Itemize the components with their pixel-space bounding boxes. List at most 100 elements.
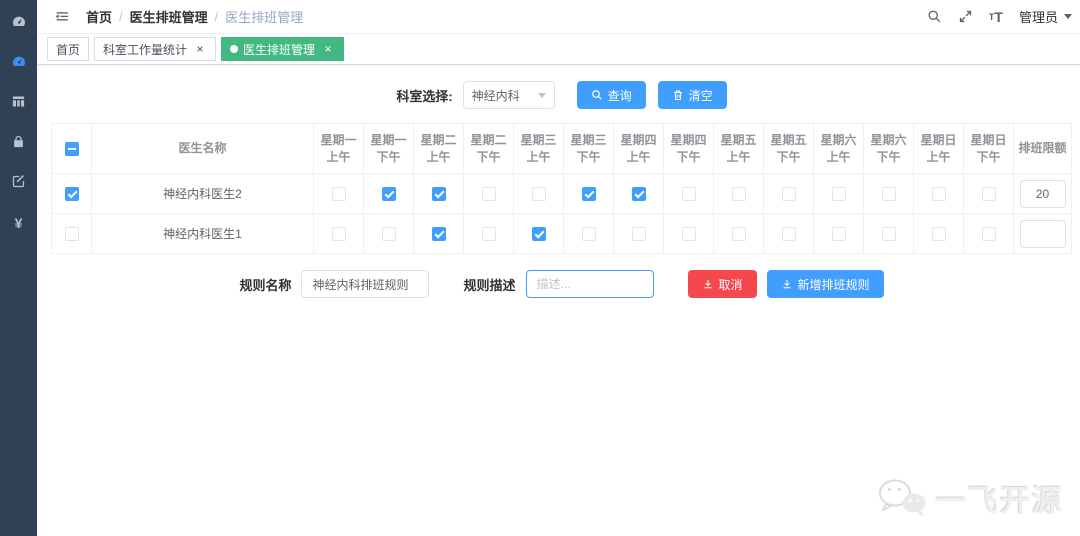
slot-cell — [963, 173, 1014, 214]
breadcrumb-item-2: 医生排班管理 — [225, 10, 304, 25]
breadcrumb-item-0[interactable]: 首页 — [86, 7, 112, 26]
slot-cell — [363, 173, 414, 214]
row-1-slot-6-checkbox[interactable] — [631, 226, 646, 241]
row-0-slot-3-checkbox[interactable] — [481, 186, 496, 201]
sidebar-item-3[interactable] — [0, 124, 37, 164]
tags-view: 首页 科室工作量统计 × 医生排班管理 × — [37, 34, 1080, 65]
row-0-slot-4-checkbox[interactable] — [531, 186, 546, 201]
select-all-cell — [51, 123, 92, 174]
wechat-logo-icon — [879, 479, 926, 516]
watermark: 一飞开源 — [876, 476, 1064, 520]
rule-name-input[interactable] — [301, 270, 430, 298]
row-1-slot-4-checkbox[interactable] — [531, 226, 546, 241]
tab-0[interactable]: 首页 — [47, 37, 90, 61]
slot-cell — [963, 213, 1014, 254]
row-0-slot-10-checkbox[interactable] — [831, 186, 846, 201]
close-icon[interactable]: × — [193, 42, 207, 56]
doctor-name-cell: 神经内科医生2 — [91, 173, 314, 214]
cancel-button[interactable]: 取消 — [687, 270, 757, 298]
row-1-slot-9-checkbox[interactable] — [781, 226, 796, 241]
font-size-icon[interactable]: TT — [981, 9, 1011, 25]
app-root: ¥ 首页 / 医生排班管理 / 医生排班管理 T T 管理员 首页 科室工作量统… — [0, 0, 1080, 536]
fullscreen-icon[interactable] — [950, 9, 981, 24]
row-1-slot-5-checkbox[interactable] — [581, 226, 596, 241]
select-all-checkbox[interactable] — [64, 141, 79, 156]
close-icon[interactable]: × — [321, 42, 335, 56]
row-1-slot-13-checkbox[interactable] — [981, 226, 996, 241]
row-1-slot-11-checkbox[interactable] — [881, 226, 896, 241]
sidebar-item-0[interactable] — [0, 4, 37, 44]
limit-cell — [1013, 213, 1072, 254]
table-icon — [11, 94, 26, 114]
row-0-slot-5-checkbox[interactable] — [581, 186, 596, 201]
row-0-slot-13-checkbox[interactable] — [981, 186, 996, 201]
sidebar-item-2[interactable] — [0, 84, 37, 124]
row-0-slot-1-checkbox[interactable] — [381, 186, 396, 201]
row-0-slot-11-checkbox[interactable] — [881, 186, 896, 201]
row-0-slot-12-checkbox[interactable] — [931, 186, 946, 201]
breadcrumb: 首页 / 医生排班管理 / 医生排班管理 — [86, 7, 303, 26]
rule-desc-input[interactable] — [525, 270, 654, 298]
row-select-cell — [51, 173, 92, 214]
row-1-slot-1-checkbox[interactable] — [381, 226, 396, 241]
row-1-slot-2-checkbox[interactable] — [431, 226, 446, 241]
day-column-header-8: 星期五 上午 — [713, 123, 764, 174]
slot-cell — [463, 213, 514, 254]
tab-2[interactable]: 医生排班管理 × — [221, 37, 345, 61]
row-0-slot-7-checkbox[interactable] — [681, 186, 696, 201]
slot-cell — [913, 213, 964, 254]
row-1-slot-7-checkbox[interactable] — [681, 226, 696, 241]
table-header-row: 医生名称 星期一 上午 星期一 下午 星期二 上午 星期二 下午 星期三 上午 星期三 下午 星期四 上午星… — [51, 123, 1072, 174]
slot-cell — [313, 213, 364, 254]
row-1-slot-12-checkbox[interactable] — [931, 226, 946, 241]
row-0-slot-2-checkbox[interactable] — [431, 186, 446, 201]
row-0-slot-9-checkbox[interactable] — [781, 186, 796, 201]
download-icon — [783, 280, 791, 289]
sidebar-item-1[interactable] — [0, 44, 37, 84]
tab-1[interactable]: 科室工作量统计 × — [94, 37, 217, 61]
slot-cell — [913, 173, 964, 214]
row-0-limit-input[interactable] — [1019, 179, 1066, 208]
department-select[interactable]: 神经内科 — [462, 81, 555, 109]
query-button-label: 查询 — [607, 88, 632, 103]
breadcrumb-item-1[interactable]: 医生排班管理 — [130, 7, 208, 26]
slot-cell — [713, 213, 764, 254]
row-0-slot-0-checkbox[interactable] — [331, 186, 346, 201]
search-icon[interactable] — [919, 9, 950, 24]
add-rule-button[interactable]: 新增排班规则 — [766, 270, 884, 298]
day-column-header-10: 星期六 上午 — [813, 123, 864, 174]
row-1-slot-0-checkbox[interactable] — [331, 226, 346, 241]
day-column-header-13: 星期日 下午 — [963, 123, 1014, 174]
day-column-header-4: 星期三 上午 — [513, 123, 564, 174]
trash-icon — [673, 90, 682, 100]
department-select-value: 神经内科 — [471, 88, 520, 103]
dashboard-icon — [11, 14, 27, 35]
sidebar-item-4[interactable] — [0, 164, 37, 204]
slot-cell — [763, 173, 814, 214]
sidebar-item-5[interactable]: ¥ — [0, 204, 37, 244]
doctor-name-header: 医生名称 — [91, 123, 314, 174]
day-column-header-5: 星期三 下午 — [563, 123, 614, 174]
row-0-slot-6-checkbox[interactable] — [631, 186, 646, 201]
slot-cell — [363, 213, 414, 254]
row-0-slot-8-checkbox[interactable] — [731, 186, 746, 201]
day-column-header-6: 星期四 上午 — [613, 123, 664, 174]
slot-cell — [563, 213, 614, 254]
navbar-right: TT 管理员 — [919, 7, 1072, 26]
user-menu[interactable]: 管理员 — [1019, 7, 1072, 26]
row-0-select-checkbox[interactable] — [64, 186, 79, 201]
schedule-table-wrap: 医生名称 星期一 上午 星期一 下午 星期二 上午 星期二 下午 星期三 上午 星期三 下午 星期四 上午星… — [37, 123, 1080, 254]
row-1-select-checkbox[interactable] — [64, 226, 79, 241]
day-column-header-3: 星期二 下午 — [463, 123, 514, 174]
download-icon — [704, 280, 711, 289]
slot-cell — [463, 173, 514, 214]
clear-button[interactable]: 清空 — [657, 81, 727, 109]
row-1-limit-input[interactable] — [1019, 219, 1066, 248]
rule-name-label: 规则名称 — [239, 277, 292, 293]
query-button[interactable]: 查询 — [576, 81, 646, 109]
filter-bar: 科室选择: 神经内科 查询 清空 — [37, 81, 1080, 109]
row-1-slot-3-checkbox[interactable] — [481, 226, 496, 241]
hamburger-icon[interactable] — [47, 8, 76, 25]
row-1-slot-8-checkbox[interactable] — [731, 226, 746, 241]
row-1-slot-10-checkbox[interactable] — [831, 226, 846, 241]
